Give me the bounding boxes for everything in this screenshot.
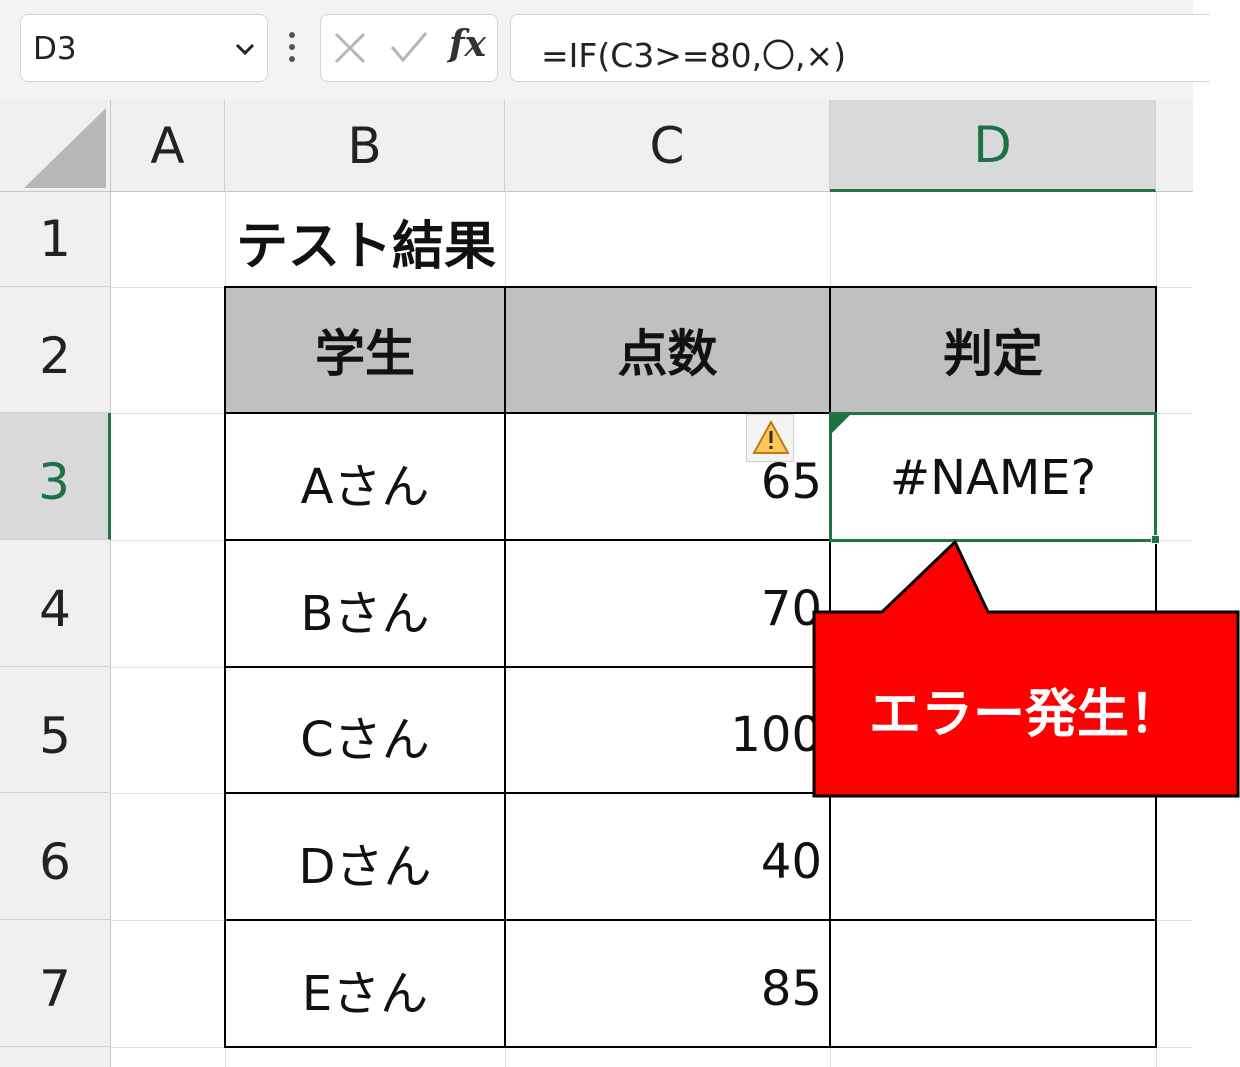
score-cell[interactable]: 100 — [505, 667, 830, 793]
column-header-a[interactable]: A — [111, 100, 225, 192]
error-callout — [812, 540, 1240, 798]
student-cell[interactable]: Dさん — [225, 793, 505, 920]
error-callout-label: エラー発生！ — [868, 685, 1181, 745]
column-header-b[interactable]: B — [225, 100, 505, 192]
select-all-button[interactable] — [0, 100, 111, 192]
column-header-d[interactable]: D — [830, 100, 1156, 192]
row-header-7[interactable]: 7 — [0, 920, 111, 1047]
student-cell[interactable]: Eさん — [225, 920, 505, 1047]
error-smart-tag[interactable] — [746, 414, 794, 462]
insert-function-icon[interactable]: fx — [449, 23, 486, 65]
score-cell[interactable]: 85 — [505, 920, 830, 1047]
row-header-4[interactable]: 4 — [0, 540, 111, 667]
sheet-title-cell[interactable]: テスト結果 — [236, 192, 796, 287]
table-border — [224, 1046, 1157, 1048]
formula-bar: D3 fx =IF(C3>=80,〇,×) — [0, 0, 1210, 100]
row-header-5[interactable]: 5 — [0, 667, 111, 793]
more-options-icon[interactable] — [282, 30, 302, 64]
result-cell[interactable] — [830, 793, 1156, 920]
cancel-icon[interactable] — [333, 31, 367, 65]
row-header-2[interactable]: 2 — [0, 287, 111, 413]
table-border — [224, 286, 226, 1048]
error-indicator-triangle-icon — [832, 415, 850, 433]
result-cell[interactable] — [830, 920, 1156, 1047]
row-header-3[interactable]: 3 — [0, 413, 111, 540]
table-border — [224, 286, 1157, 288]
select-all-triangle-icon — [24, 108, 106, 188]
score-cell[interactable]: 70 — [505, 540, 830, 667]
row-header-1[interactable]: 1 — [0, 192, 111, 287]
student-cell[interactable]: Cさん — [225, 667, 505, 793]
student-cell[interactable]: Bさん — [225, 540, 505, 667]
header-cell-score[interactable]: 点数 — [505, 287, 830, 413]
formula-input[interactable]: =IF(C3>=80,〇,×) — [510, 14, 1210, 82]
name-box[interactable]: D3 — [20, 14, 268, 82]
warning-icon[interactable] — [752, 420, 790, 456]
student-cell[interactable]: Aさん — [225, 413, 505, 540]
table-border — [504, 286, 506, 1048]
chevron-down-icon[interactable] — [233, 37, 257, 61]
formula-controls: fx — [320, 14, 498, 82]
header-cell-student[interactable]: 学生 — [225, 287, 505, 413]
column-header-e[interactable] — [1156, 100, 1193, 192]
enter-icon[interactable] — [389, 29, 429, 65]
name-box-value[interactable]: D3 — [33, 31, 77, 67]
row-header-6[interactable]: 6 — [0, 793, 111, 920]
active-cell-selection[interactable] — [829, 412, 1157, 542]
column-header-c[interactable]: C — [505, 100, 830, 192]
formula-text[interactable]: =IF(C3>=80,〇,×) — [541, 29, 846, 77]
header-cell-result[interactable]: 判定 — [830, 287, 1156, 413]
row-header-8[interactable] — [0, 1047, 111, 1067]
score-cell[interactable]: 40 — [505, 793, 830, 920]
table-border — [224, 919, 1157, 921]
